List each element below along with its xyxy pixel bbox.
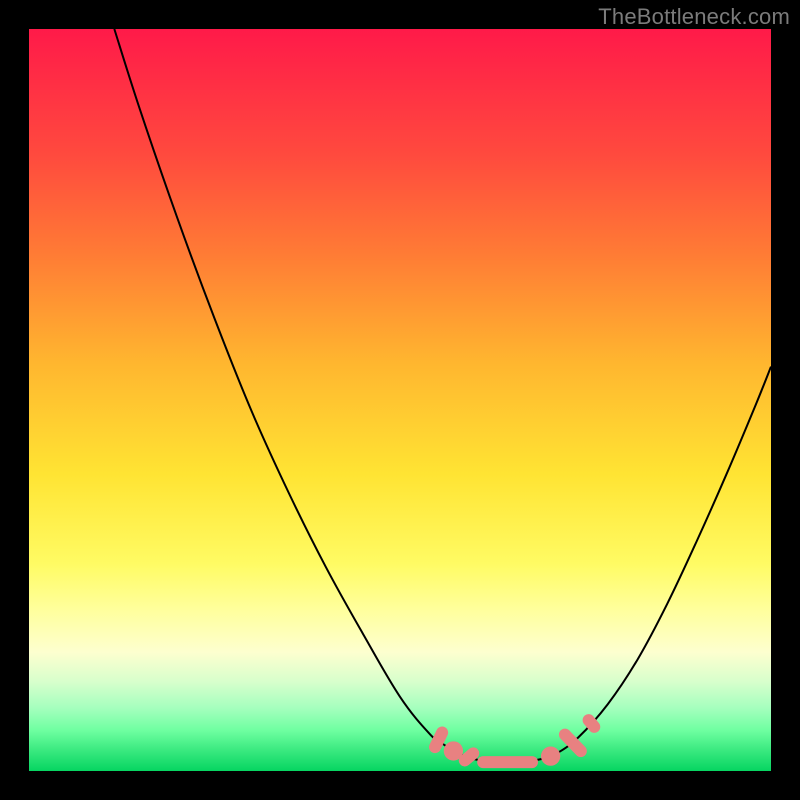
marker-pill <box>477 756 538 768</box>
watermark-text: TheBottleneck.com <box>598 4 790 30</box>
marker-dot <box>541 747 560 766</box>
chart-frame: TheBottleneck.com <box>0 0 800 800</box>
curve-markers <box>427 712 603 769</box>
bottleneck-curve <box>114 29 771 762</box>
chart-svg <box>29 29 771 771</box>
v-curve-path <box>114 29 771 762</box>
